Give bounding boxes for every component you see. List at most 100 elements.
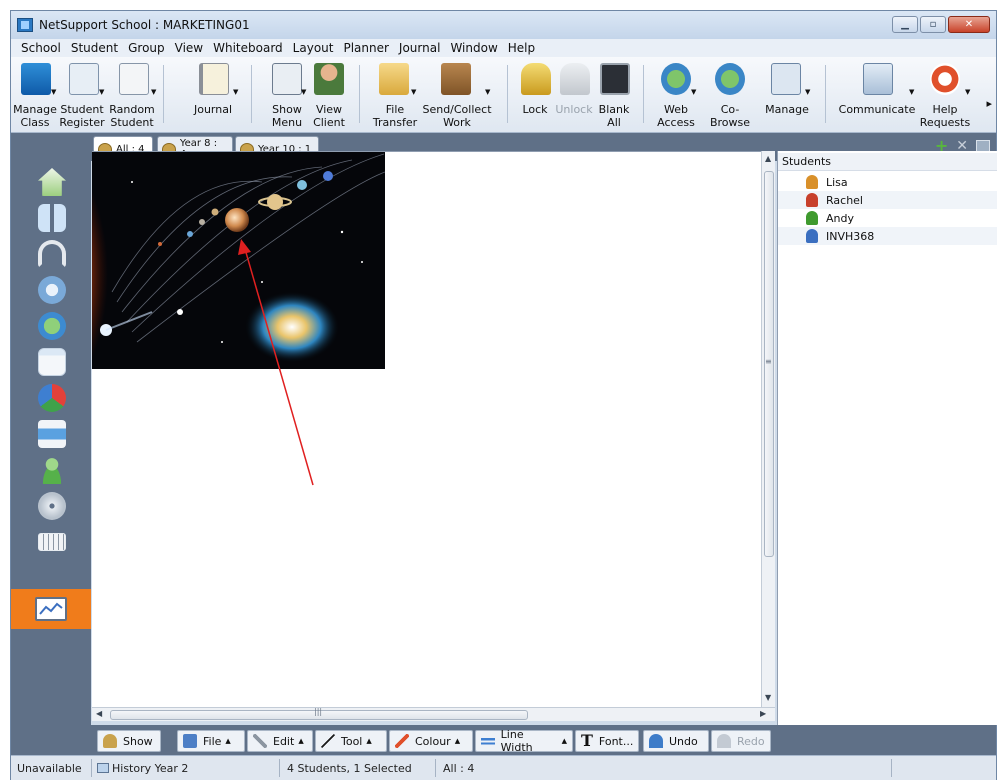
file-transfer-button[interactable]: ▼ File Transfer	[371, 63, 419, 129]
scroll-up-icon[interactable]: ▲	[765, 154, 771, 163]
line-width-label: Line Width	[500, 728, 533, 754]
whiteboard-canvas[interactable]	[92, 151, 761, 707]
communicate-button[interactable]: ▼ Communicate	[837, 63, 917, 129]
student-row[interactable]: Andy	[778, 209, 997, 227]
lock-button[interactable]: Lock	[517, 63, 553, 129]
journal-label: Journal	[193, 103, 233, 116]
menu-group[interactable]: Group	[128, 41, 165, 55]
view-client-button[interactable]: View Client	[309, 63, 349, 129]
blank-all-button[interactable]: Blank All	[595, 63, 633, 129]
toolbar-more-icon[interactable]: ▸	[986, 97, 992, 110]
sidebar-item-whiteboard[interactable]	[11, 589, 91, 629]
send-collect-button[interactable]: ▼ Send/Collect Work	[421, 63, 493, 129]
help-requests-button[interactable]: ▼ Help Requests	[919, 63, 971, 129]
globe-icon	[661, 63, 691, 95]
manage-class-button[interactable]: ▼ Manage Class	[13, 63, 57, 129]
colour-menu-button[interactable]: Colour ▲	[389, 730, 473, 752]
manage-class-label: Manage Class	[13, 103, 57, 129]
line-width-icon	[481, 734, 495, 748]
menu-planner[interactable]: Planner	[343, 41, 388, 55]
font-button[interactable]: T Font...	[575, 730, 639, 752]
canvas-vertical-scrollbar[interactable]: ▲ ≡ ▼	[761, 151, 775, 707]
file-label: File	[203, 734, 222, 748]
sidebar-item-users[interactable]	[31, 453, 73, 487]
manage-label: Manage	[765, 103, 809, 116]
scroll-down-icon[interactable]: ▼	[765, 693, 771, 702]
journal-button[interactable]: ▼ Journal	[187, 63, 239, 129]
sidebar-item-web[interactable]	[31, 309, 73, 343]
unlock-button[interactable]: Unlock	[555, 63, 593, 129]
line-width-menu-button[interactable]: Line Width ▲	[475, 728, 573, 754]
maximize-icon[interactable]: ▫	[920, 16, 946, 33]
sidebar-item-home[interactable]	[31, 165, 73, 199]
student-row[interactable]: INVH368	[778, 227, 997, 245]
co-browse-label: Co-Browse	[709, 103, 751, 129]
edit-menu-button[interactable]: Edit ▲	[247, 730, 313, 752]
sidebar-item-printing[interactable]	[31, 417, 73, 451]
undo-icon	[649, 734, 663, 748]
font-icon: T	[581, 731, 593, 750]
sidebar-item-audio[interactable]	[31, 237, 73, 271]
title-bar: NetSupport School : MARKETING01 ▁ ▫ ✕	[11, 11, 996, 39]
scroll-left-icon[interactable]: ◀	[96, 709, 102, 718]
view-client-icon	[314, 63, 344, 95]
printer-icon	[38, 420, 66, 448]
student-row[interactable]: Lisa	[778, 173, 997, 191]
briefcase-icon	[441, 63, 471, 95]
web-access-label: Web Access	[657, 103, 695, 129]
menu-school[interactable]: School	[21, 41, 61, 55]
close-icon[interactable]: ✕	[948, 16, 990, 33]
show-icon	[103, 734, 117, 748]
menu-student[interactable]: Student	[71, 41, 118, 55]
sidebar-item-applications[interactable]	[31, 345, 73, 379]
undo-button[interactable]: Undo	[643, 730, 709, 752]
show-menu-label: Show Menu	[271, 103, 303, 129]
student-row[interactable]: Rachel	[778, 191, 997, 209]
menu-view[interactable]: View	[175, 41, 203, 55]
web-access-button[interactable]: ▼ Web Access	[655, 63, 697, 129]
dice-icon	[119, 63, 149, 95]
sidebar-item-keyboard[interactable]	[31, 525, 73, 559]
menu-help[interactable]: Help	[508, 41, 535, 55]
show-menu-button[interactable]: ▼ Show Menu	[267, 63, 307, 129]
student-avatar-icon	[806, 193, 818, 207]
window-icon	[38, 348, 66, 376]
sidebar-item-surveys[interactable]	[31, 381, 73, 415]
view-client-label: View Client	[313, 103, 345, 129]
sidebar-item-thumbnails[interactable]	[31, 201, 73, 235]
register-icon	[69, 63, 99, 95]
question-icon	[38, 276, 66, 304]
tool-menu-button[interactable]: Tool ▲	[315, 730, 387, 752]
menu-layout[interactable]: Layout	[293, 41, 334, 55]
menu-journal[interactable]: Journal	[399, 41, 441, 55]
scroll-right-icon[interactable]: ▶	[760, 709, 766, 718]
lesson-icon	[97, 763, 109, 773]
co-browse-button[interactable]: Co-Browse	[701, 63, 759, 129]
student-register-label: Student Register	[59, 103, 105, 129]
menu-window[interactable]: Window	[450, 41, 497, 55]
blank-all-label: Blank All	[598, 103, 630, 129]
student-register-button[interactable]: ▼ Student Register	[59, 63, 105, 129]
status-bar: Unavailable History Year 2 4 Students, 1…	[11, 755, 996, 780]
sidebar-item-questions[interactable]	[31, 273, 73, 307]
sidebar-item-devices[interactable]	[31, 489, 73, 523]
student-name: Rachel	[826, 193, 863, 207]
canvas-horizontal-scrollbar[interactable]: ◀ ||| ▶	[92, 707, 775, 721]
lifebuoy-icon	[930, 63, 960, 95]
chat-icon	[863, 63, 893, 95]
monitor-icon	[600, 63, 630, 95]
minimize-icon[interactable]: ▁	[892, 16, 918, 33]
redo-button[interactable]: Redo	[711, 730, 771, 752]
menu-whiteboard[interactable]: Whiteboard	[213, 41, 283, 55]
manage-button[interactable]: ▼ Manage	[763, 63, 811, 129]
disc-icon	[38, 492, 66, 520]
status-lesson: History Year 2	[97, 762, 188, 775]
show-button[interactable]: Show	[97, 730, 161, 752]
font-label: Font...	[598, 734, 634, 748]
manage-icon	[771, 63, 801, 95]
redo-icon	[717, 734, 731, 748]
file-menu-button[interactable]: File ▲	[177, 730, 245, 752]
window-controls: ▁ ▫ ✕	[892, 16, 990, 33]
user-icon	[38, 456, 66, 484]
random-student-button[interactable]: ▼ Random Student	[107, 63, 157, 129]
